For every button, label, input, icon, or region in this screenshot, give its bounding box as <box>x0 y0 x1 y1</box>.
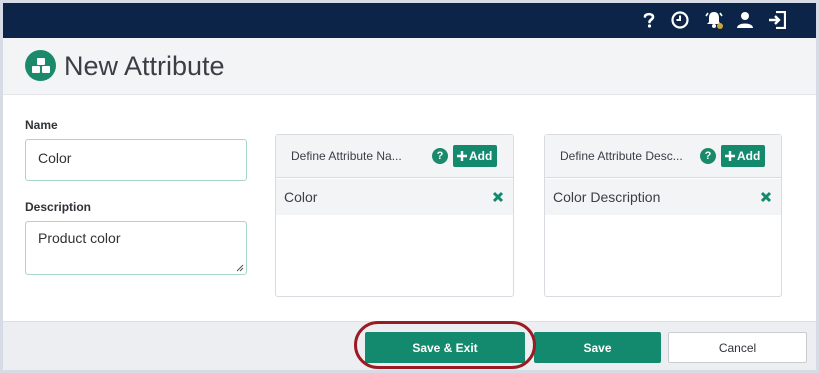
attribute-description-panel-title: Define Attribute Desc... <box>560 149 683 163</box>
save-exit-button[interactable]: Save & Exit <box>365 332 525 363</box>
add-attribute-description-button[interactable]: Add <box>721 145 766 167</box>
add-button-label: Add <box>737 149 761 163</box>
plus-icon <box>725 151 735 161</box>
description-label: Description <box>25 200 92 214</box>
attribute-name-panel-header: Define Attribute Na... ? Add <box>276 135 513 178</box>
attribute-name-panel: Define Attribute Na... ? Add Color <box>275 134 514 297</box>
description-field-value: Product color <box>38 230 121 246</box>
clock-icon[interactable] <box>670 10 690 30</box>
user-icon[interactable] <box>735 10 755 30</box>
name-label: Name <box>25 118 58 132</box>
list-item-label: Color <box>284 189 318 205</box>
list-item[interactable]: Color Description <box>545 179 781 215</box>
remove-icon[interactable] <box>492 191 504 203</box>
notifications-icon[interactable] <box>704 10 724 30</box>
help-icon[interactable]: ? <box>432 148 448 164</box>
list-item-label: Color Description <box>553 189 661 205</box>
app-window: New Attribute Name Color Description Pro… <box>3 3 816 370</box>
remove-icon[interactable] <box>760 191 772 203</box>
attribute-description-panel: Define Attribute Desc... ? Add Color Des… <box>544 134 782 297</box>
help-icon[interactable]: ? <box>700 148 716 164</box>
cancel-button[interactable]: Cancel <box>668 332 807 363</box>
save-button[interactable]: Save <box>534 332 661 363</box>
name-field[interactable]: Color <box>25 139 247 181</box>
logout-icon[interactable] <box>767 10 787 30</box>
page-header: New Attribute <box>3 38 816 95</box>
footer-bar: Save & Exit Save Cancel <box>3 321 816 370</box>
help-icon[interactable] <box>639 10 659 30</box>
resize-handle-icon[interactable] <box>236 264 244 272</box>
list-item[interactable]: Color <box>276 179 513 215</box>
attribute-description-panel-header: Define Attribute Desc... ? Add <box>545 135 781 178</box>
top-navbar <box>3 3 816 38</box>
add-button-label: Add <box>469 149 493 163</box>
page-title: New Attribute <box>64 51 225 81</box>
description-field[interactable]: Product color <box>25 221 247 275</box>
add-attribute-name-button[interactable]: Add <box>453 145 498 167</box>
name-field-value: Color <box>38 150 72 166</box>
plus-icon <box>457 151 467 161</box>
cubes-icon <box>25 50 56 81</box>
attribute-name-panel-title: Define Attribute Na... <box>291 149 402 163</box>
